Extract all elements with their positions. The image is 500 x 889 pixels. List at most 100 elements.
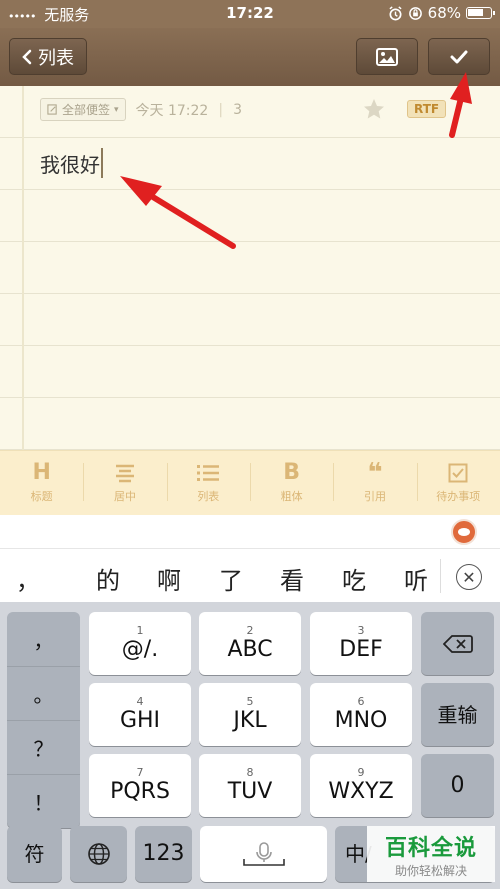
key-number: 3 bbox=[357, 623, 365, 637]
punct-key[interactable]: ， bbox=[7, 612, 80, 666]
edit-icon bbox=[47, 104, 57, 115]
key-label: PQRS bbox=[110, 778, 170, 804]
note-meta: 全部便签 ▾ 今天 17:22 | 3 bbox=[40, 98, 242, 121]
key-9[interactable]: 9 WXYZ bbox=[310, 754, 412, 817]
key-label: 123 bbox=[142, 841, 185, 866]
numeric-key[interactable]: 123 bbox=[135, 826, 192, 882]
key-number: 4 bbox=[136, 694, 144, 708]
key-label: GHI bbox=[119, 707, 161, 733]
note-content[interactable]: 我很好 bbox=[40, 148, 103, 178]
key-label: ABC bbox=[227, 636, 273, 662]
symbol-key[interactable]: 符 bbox=[7, 826, 62, 882]
key-number: 1 bbox=[136, 623, 144, 637]
star-icon bbox=[364, 99, 384, 119]
checkmark-icon bbox=[450, 50, 468, 63]
tool-label: 标题 bbox=[30, 490, 53, 503]
battery-icon bbox=[466, 7, 495, 19]
candidate[interactable]: 的 bbox=[96, 561, 120, 596]
key-number: 7 bbox=[136, 765, 144, 779]
key-1[interactable]: 1 @/. bbox=[89, 612, 191, 675]
candidate[interactable]: 啊 bbox=[157, 561, 181, 596]
caret-down-icon: ▾ bbox=[114, 104, 119, 115]
meta-divider: | bbox=[218, 101, 224, 118]
backspace-key[interactable] bbox=[421, 612, 494, 675]
tool-bold[interactable]: B 粗体 bbox=[249, 451, 333, 515]
key-7[interactable]: 7 PQRS bbox=[89, 754, 191, 817]
back-button-label: 列表 bbox=[38, 47, 74, 69]
note-date: 今天 17:22 bbox=[135, 102, 209, 119]
retype-key[interactable]: 重输 bbox=[421, 683, 494, 746]
globe-icon bbox=[87, 843, 110, 865]
key-number: 6 bbox=[357, 694, 365, 708]
key-2[interactable]: 2 ABC bbox=[199, 612, 301, 675]
tool-todo[interactable]: 待办事项 bbox=[416, 451, 500, 515]
image-icon bbox=[376, 47, 398, 66]
category-label: 全部便签 bbox=[62, 103, 111, 117]
rotation-lock-icon bbox=[408, 6, 422, 20]
bold-icon: B bbox=[283, 460, 301, 485]
key-label: 符 bbox=[24, 842, 45, 866]
key-label: @/. bbox=[121, 636, 159, 662]
candidate[interactable]: 吃 bbox=[342, 561, 366, 596]
key-label: JKL bbox=[233, 707, 267, 733]
done-button[interactable] bbox=[428, 38, 490, 75]
close-candidates-button[interactable]: ✕ bbox=[456, 564, 482, 590]
watermark-title: 百科全说 bbox=[384, 835, 477, 861]
back-to-list-button[interactable]: 列表 bbox=[9, 38, 87, 75]
backspace-icon bbox=[442, 634, 473, 653]
quote-icon: ❝ bbox=[367, 458, 383, 488]
navigation-bar: 列表 bbox=[0, 28, 500, 86]
battery-percent: 68% bbox=[427, 4, 461, 22]
key-3[interactable]: 3 DEF bbox=[310, 612, 412, 675]
alarm-icon bbox=[389, 5, 402, 20]
tool-label: 列表 bbox=[197, 490, 220, 503]
tool-heading[interactable]: H 标题 bbox=[0, 451, 83, 515]
space-key[interactable] bbox=[200, 826, 327, 882]
key-5[interactable]: 5 JKL bbox=[199, 683, 301, 746]
punct-key[interactable]: 。 bbox=[7, 666, 80, 720]
tool-list[interactable]: 列表 bbox=[166, 451, 250, 515]
status-right: 68% bbox=[388, 4, 495, 22]
tool-label: 粗体 bbox=[280, 490, 303, 503]
status-bar: ••••• 无服务 17:22 68% bbox=[0, 0, 500, 28]
candidate[interactable]: 看 bbox=[280, 561, 304, 596]
heading-icon: H bbox=[32, 460, 51, 485]
format-toolbar: H 标题 居中 列表 B 粗体 ❝ 引用 待办事项 bbox=[0, 450, 500, 515]
punct-key[interactable]: ！ bbox=[7, 774, 80, 828]
watermark-subtitle: 助你轻松解决 bbox=[394, 863, 467, 878]
align-center-icon bbox=[115, 464, 134, 483]
key-label: MNO bbox=[334, 707, 388, 733]
watermark-logo: 百科全说 助你轻松解决 bbox=[367, 826, 495, 882]
candidate[interactable]: 听 bbox=[404, 561, 428, 596]
tool-quote[interactable]: ❝ 引用 bbox=[333, 451, 416, 515]
key-label: 重输 bbox=[437, 702, 478, 727]
note-margin-line bbox=[22, 86, 24, 450]
category-select[interactable]: 全部便签 ▾ bbox=[40, 98, 126, 121]
key-label: WXYZ bbox=[328, 778, 394, 804]
char-count: 3 bbox=[233, 101, 242, 118]
rtf-badge[interactable]: RTF bbox=[407, 100, 447, 118]
ime-mascot-icon[interactable] bbox=[451, 519, 477, 545]
key-0[interactable]: 0 bbox=[421, 754, 494, 817]
candidate[interactable]: ， bbox=[16, 561, 40, 596]
key-number: 5 bbox=[246, 694, 254, 708]
key-number: 9 bbox=[357, 765, 365, 779]
globe-key[interactable] bbox=[70, 826, 127, 882]
key-label: TUV bbox=[227, 778, 273, 804]
key-4[interactable]: 4 GHI bbox=[89, 683, 191, 746]
key-6[interactable]: 6 MNO bbox=[310, 683, 412, 746]
checkbox-icon bbox=[448, 463, 468, 483]
favorite-star-button[interactable] bbox=[362, 97, 386, 125]
tool-center[interactable]: 居中 bbox=[83, 451, 166, 515]
punct-key[interactable]: ？ bbox=[7, 720, 80, 774]
candidate[interactable]: 了 bbox=[219, 561, 243, 596]
tool-label: 引用 bbox=[363, 490, 386, 503]
chevron-left-icon bbox=[22, 49, 32, 64]
note-editor[interactable]: 全部便签 ▾ 今天 17:22 | 3 RTF 我很好 bbox=[0, 86, 500, 450]
ime-header bbox=[0, 515, 500, 548]
insert-image-button[interactable] bbox=[356, 38, 418, 75]
punctuation-column: ， 。 ？ ！ bbox=[7, 612, 80, 828]
key-8[interactable]: 8 TUV bbox=[199, 754, 301, 817]
key-label: DEF bbox=[339, 636, 383, 662]
microphone-icon bbox=[242, 842, 285, 866]
